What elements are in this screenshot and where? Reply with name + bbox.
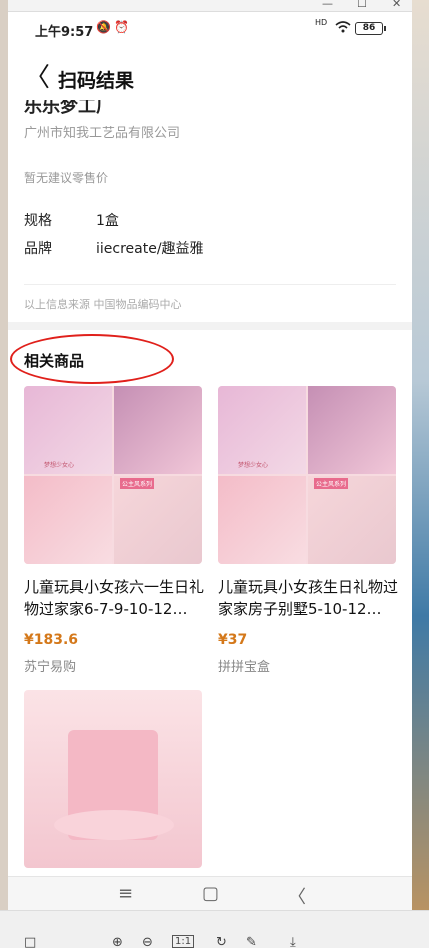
status-bar: 上午9:57 🔕 ⏰ HD 86 xyxy=(8,12,412,42)
phone-screen: 上午9:57 🔕 ⏰ HD 86 〈 扫码结果 乐乐梦工厂 广州市知我工艺品有限… xyxy=(8,12,412,910)
product-price: ¥183.6 xyxy=(24,632,79,648)
zoom-out-icon[interactable]: ⊖ xyxy=(142,935,153,948)
red-annotation-circle xyxy=(10,334,174,384)
image-badge: 公主风系列 xyxy=(120,478,155,489)
image-badge: 梦想少女心 xyxy=(44,462,75,469)
product-image[interactable]: 梦想少女心 公主风系列 xyxy=(218,386,396,564)
image-badge: 梦想少女心 xyxy=(238,462,269,469)
close-button[interactable]: ✕ xyxy=(392,0,401,10)
store-name: 拼拼宝盒 xyxy=(218,660,271,675)
header: 〈 扫码结果 xyxy=(8,60,412,100)
product-price: ¥37 xyxy=(218,632,248,648)
image-badge: 公主风系列 xyxy=(314,478,349,489)
divider xyxy=(24,284,396,285)
section-gap xyxy=(8,322,412,330)
store-name: 苏宁易购 xyxy=(24,660,77,675)
android-nav-bar: ≡ ▢ 〈 xyxy=(8,876,412,910)
actual-size-icon[interactable]: 1:1 xyxy=(172,935,195,948)
price-note: 暂无建议零售价 xyxy=(24,171,109,185)
page-title: 扫码结果 xyxy=(58,70,135,92)
rotate-icon[interactable]: ↻ xyxy=(216,935,227,948)
signal-icon: HD xyxy=(315,18,328,27)
product-card[interactable] xyxy=(24,690,202,870)
product-card[interactable]: 梦想少女心 公主风系列 儿童玩具小女孩生日礼物过家家房子别墅5-10-12… ¥… xyxy=(218,386,398,676)
maximize-button[interactable]: ☐ xyxy=(357,0,367,10)
product-image[interactable] xyxy=(24,690,202,868)
window-icon[interactable]: □ xyxy=(24,935,36,948)
spec-key: 规格 xyxy=(24,213,52,229)
edit-icon[interactable]: ✎ xyxy=(246,935,257,948)
spec-value: 1盒 xyxy=(96,213,119,229)
alarm-icon: ⏰ xyxy=(114,20,129,34)
product-name: 乐乐梦工厂 xyxy=(24,100,114,116)
home-icon[interactable]: ▢ xyxy=(202,883,219,904)
product-card[interactable]: 梦想少女心 公主风系列 儿童玩具小女孩六一生日礼物过家家6-7-9-10-12…… xyxy=(24,386,204,676)
back-nav-icon[interactable]: 〈 xyxy=(288,883,306,909)
viewer-toolbar: □ ⊕ ⊖ 1:1 ↻ ✎ ⤓ xyxy=(0,910,429,948)
back-button[interactable]: 〈 xyxy=(24,64,50,94)
spec-key: 品牌 xyxy=(24,241,52,257)
minimize-button[interactable]: — xyxy=(322,0,333,10)
zoom-in-icon[interactable]: ⊕ xyxy=(112,935,123,948)
product-image[interactable]: 梦想少女心 公主风系列 xyxy=(24,386,202,564)
product-title[interactable]: 儿童玩具小女孩生日礼物过家家房子别墅5-10-12… xyxy=(218,576,398,620)
battery-icon: 86 xyxy=(355,22,386,35)
data-source: 以上信息来源 中国物品编码中心 xyxy=(24,298,182,311)
spec-value: iiecreate/趣益雅 xyxy=(96,241,204,257)
menu-icon[interactable]: ≡ xyxy=(118,883,133,904)
left-edge xyxy=(0,0,8,948)
right-edge xyxy=(412,0,429,948)
wifi-icon xyxy=(335,21,351,33)
mute-icon: 🔕 xyxy=(96,20,111,34)
download-icon[interactable]: ⤓ xyxy=(290,935,296,948)
status-time: 上午9:57 xyxy=(35,25,94,40)
window-titlebar: — ☐ ✕ xyxy=(8,0,412,12)
product-title[interactable]: 儿童玩具小女孩六一生日礼物过家家6-7-9-10-12… xyxy=(24,576,204,620)
company-name: 广州市知我工艺品有限公司 xyxy=(24,126,181,141)
